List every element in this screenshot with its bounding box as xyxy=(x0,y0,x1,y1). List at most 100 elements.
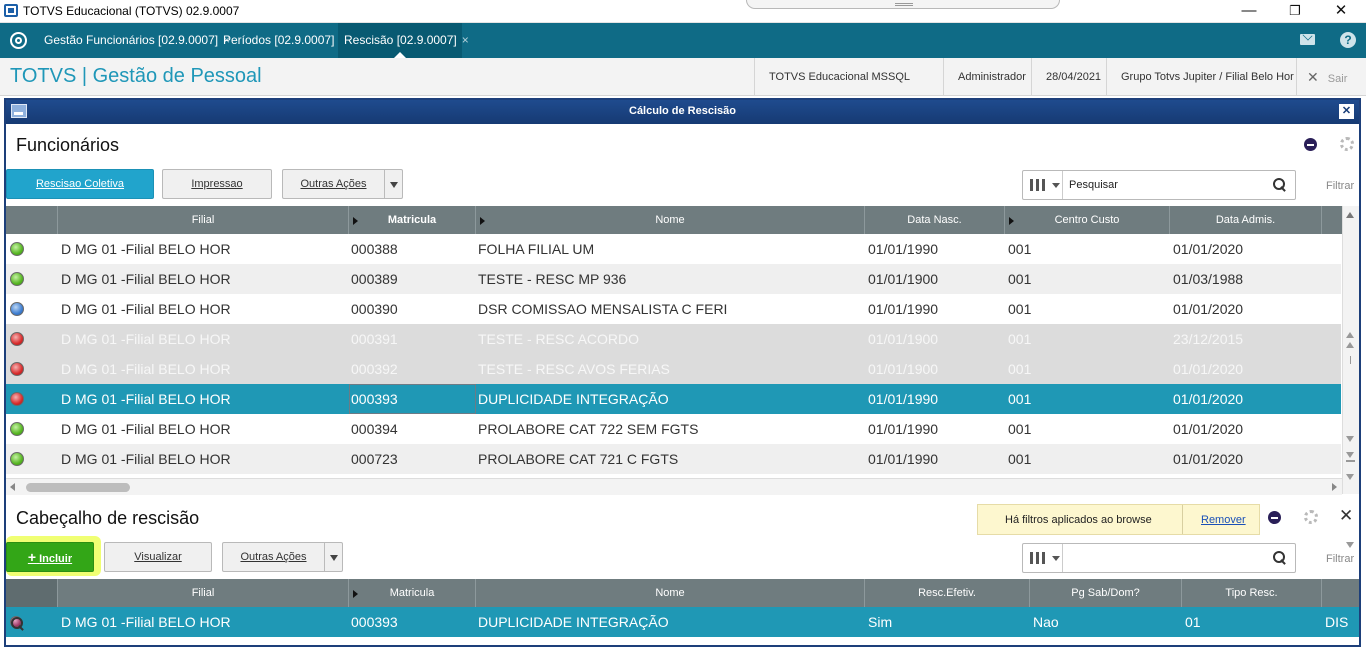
gear-icon[interactable] xyxy=(1304,510,1318,524)
cabecalho-title: Cabeçalho de rescisão xyxy=(16,508,200,528)
columns-icon[interactable] xyxy=(1023,171,1063,199)
scroll-right-icon[interactable] xyxy=(1332,483,1337,491)
filtrar-link[interactable]: Filtrar xyxy=(1326,180,1354,192)
search-icon[interactable] xyxy=(1273,551,1287,565)
remover-link[interactable]: Remover xyxy=(1201,514,1246,526)
rescisao-coletiva-button[interactable]: Rescisao Coletiva xyxy=(6,169,154,199)
table-row[interactable]: D MG 01 -Filial BELO HOR 000723 PROLABOR… xyxy=(6,444,1341,474)
visualizar-button[interactable]: Visualizar xyxy=(104,542,212,572)
minimize-button[interactable]: — xyxy=(1226,0,1272,22)
cell-matricula-focused[interactable]: 000393 xyxy=(349,384,476,414)
search-input[interactable]: Pesquisar xyxy=(1069,179,1118,191)
mail-icon[interactable] xyxy=(1300,30,1315,45)
cell-filial: D MG 01 -Filial BELO HOR xyxy=(61,331,231,347)
scroll-up-icon[interactable] xyxy=(1346,332,1354,338)
column-header-data-admis[interactable]: Data Admis. xyxy=(1170,206,1322,234)
dialog-title: Cálculo de Rescisão xyxy=(629,105,736,117)
table-row[interactable]: D MG 01 -Filial BELO HOR 000391 TESTE - … xyxy=(6,324,1341,354)
gear-icon[interactable] xyxy=(1340,137,1354,151)
incluir-label: Incluir xyxy=(39,553,73,565)
tab-gestao-funcionarios[interactable]: Gestão Funcionários [02.9.0007] × xyxy=(36,23,238,58)
status-blue-icon xyxy=(10,302,24,316)
close-icon[interactable]: ✕ xyxy=(1339,506,1353,526)
scroll-up-icon[interactable] xyxy=(1346,342,1354,348)
scroll-up-icon[interactable] xyxy=(1346,212,1354,218)
scroll-thumb[interactable] xyxy=(26,483,130,492)
collapse-icon[interactable] xyxy=(1268,511,1281,524)
cell-nome: TESTE - RESC ACORDO xyxy=(478,331,640,347)
app-title: TOTVS | Gestão de Pessoal xyxy=(10,65,262,87)
table-row-selected[interactable]: D MG 01 -Filial BELO HOR 000393 DUPLICID… xyxy=(6,607,1359,637)
table-row[interactable]: D MG 01 -Filial BELO HOR 000388 FOLHA FI… xyxy=(6,234,1341,264)
tab-periodos[interactable]: Períodos [02.9.0007]× xyxy=(215,23,354,58)
table-row[interactable]: D MG 01 -Filial BELO HOR 000394 PROLABOR… xyxy=(6,414,1341,444)
outras-acoes-button[interactable]: Outras Ações xyxy=(282,169,403,199)
scrollbar-lower-arrows[interactable] xyxy=(1342,430,1359,494)
cell-nome: PROLABORE CAT 722 SEM FGTS xyxy=(478,421,699,437)
funcionarios-search[interactable]: Pesquisar xyxy=(1022,170,1296,200)
scroll-down-icon[interactable] xyxy=(1346,542,1354,548)
filter-notice: Há filtros aplicados ao browse Remover xyxy=(977,504,1260,535)
cell-pg-sab-dom: Nao xyxy=(1033,614,1059,630)
column-header-filial[interactable]: Filial xyxy=(58,579,349,607)
column-header-resc-efetiv[interactable]: Resc.Efetiv. xyxy=(865,579,1030,607)
plus-icon: + xyxy=(27,549,37,565)
column-header-matricula[interactable]: Matricula xyxy=(349,206,476,234)
cell-matricula: 000388 xyxy=(351,241,398,257)
window-close-button[interactable]: ✕ xyxy=(1318,0,1364,22)
rescisao-dialog: Cálculo de Rescisão ✕ Funcionários Resci… xyxy=(4,98,1361,647)
cabecalho-search[interactable] xyxy=(1022,543,1296,573)
cell-filial: D MG 01 -Filial BELO HOR xyxy=(61,271,231,287)
status-column-header xyxy=(6,206,58,234)
column-header-matricula[interactable]: Matricula xyxy=(349,579,476,607)
funcionarios-horizontal-scrollbar[interactable] xyxy=(6,478,1342,495)
outras-acoes-label: Outras Ações xyxy=(300,178,367,190)
totvs-logo-icon[interactable] xyxy=(10,32,27,49)
table-row[interactable]: D MG 01 -Filial BELO HOR 000390 DSR COMI… xyxy=(6,294,1341,324)
table-row[interactable]: D MG 01 -Filial BELO HOR 000389 TESTE - … xyxy=(6,264,1341,294)
chevron-down-icon[interactable] xyxy=(324,543,342,571)
cell-data-admis: 23/12/2015 xyxy=(1173,331,1244,347)
cell-data-nasc: 01/01/1900 xyxy=(868,331,939,347)
status-green-icon xyxy=(10,272,24,286)
column-header-centro-custo[interactable]: Centro Custo xyxy=(1005,206,1170,234)
search-icon[interactable] xyxy=(1273,178,1287,192)
table-row-selected[interactable]: D MG 01 -Filial BELO HOR 000393 DUPLICID… xyxy=(6,384,1341,414)
status-green-icon xyxy=(10,452,24,466)
cell-centro-custo: 001 xyxy=(1008,331,1032,347)
impressao-button[interactable]: Impressao xyxy=(162,169,272,199)
column-header-nome[interactable]: Nome xyxy=(476,579,865,607)
column-header-data-nasc[interactable]: Data Nasc. xyxy=(865,206,1005,234)
scroll-left-icon[interactable] xyxy=(10,483,15,491)
cell-filial: D MG 01 -Filial BELO HOR xyxy=(61,421,231,437)
column-header-pg-sab-dom[interactable]: Pg Sab/Dom? xyxy=(1030,579,1182,607)
exit-button[interactable]: ✕ Sair xyxy=(1296,58,1366,96)
chevron-down-icon[interactable] xyxy=(384,170,402,198)
column-header-filial[interactable]: Filial xyxy=(58,206,349,234)
cell-centro-custo: 001 xyxy=(1008,361,1032,377)
tab-close-icon[interactable]: × xyxy=(462,33,469,47)
drag-handle[interactable] xyxy=(746,0,1060,9)
cell-data-admis: 01/01/2020 xyxy=(1173,301,1244,317)
column-header-nome[interactable]: Nome xyxy=(476,206,865,234)
table-row[interactable]: D MG 01 -Filial BELO HOR 000392 TESTE - … xyxy=(6,354,1341,384)
cell-nome: DUPLICIDADE INTEGRAÇÃO xyxy=(478,614,669,630)
close-icon: ✕ xyxy=(1307,69,1319,85)
column-header-tipo-resc[interactable]: Tipo Resc. xyxy=(1182,579,1322,607)
dialog-close-button[interactable]: ✕ xyxy=(1339,104,1354,119)
incluir-button[interactable]: + Incluir xyxy=(6,542,94,572)
cell-matricula: 000389 xyxy=(351,271,398,287)
cell-centro-custo: 001 xyxy=(1008,271,1032,287)
cell-matricula: 000391 xyxy=(351,331,398,347)
help-icon[interactable]: ? xyxy=(1340,32,1356,48)
cell-data-admis: 01/01/2020 xyxy=(1173,451,1244,467)
filtrar-link[interactable]: Filtrar xyxy=(1326,553,1354,565)
outras-acoes-button[interactable]: Outras Ações xyxy=(222,542,343,572)
columns-icon[interactable] xyxy=(1023,544,1063,572)
cell-truncated: DIS xyxy=(1325,614,1349,630)
cell-matricula: 000390 xyxy=(351,301,398,317)
cabecalho-table-header: Filial Matricula Nome Resc.Efetiv. Pg Sa… xyxy=(6,579,1359,607)
tab-label: Gestão Funcionários [02.9.0007] xyxy=(44,33,219,47)
maximize-button[interactable]: ❐ xyxy=(1272,0,1318,22)
collapse-icon[interactable] xyxy=(1304,138,1317,151)
